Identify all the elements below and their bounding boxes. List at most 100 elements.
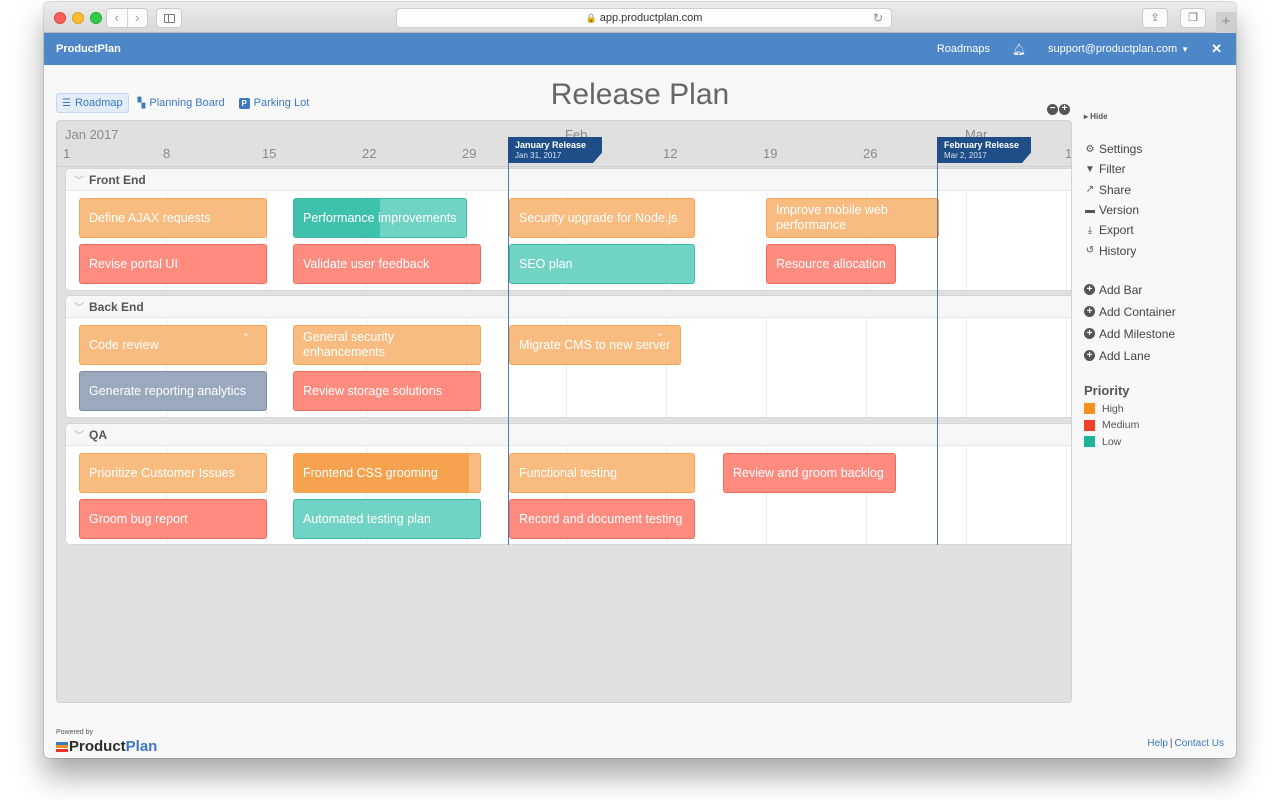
milestone-line: [508, 137, 509, 545]
lane-header[interactable]: ﹀ Back End: [66, 296, 1071, 318]
action-label: Add Bar: [1099, 282, 1143, 297]
share-page-button[interactable]: ⇪: [1142, 8, 1168, 28]
bar-label: Frontend CSS grooming: [303, 465, 438, 480]
notifications-bell-icon[interactable]: 🔔︎: [1012, 43, 1026, 56]
user-email: support@productplan.com: [1047, 43, 1178, 55]
roadmap-bar[interactable]: Generate reporting analytics: [79, 371, 267, 411]
milestone-date: Mar 2, 2017: [944, 151, 987, 160]
week-gridline: [1066, 191, 1067, 290]
roadmap-bar[interactable]: ≡ Migrate CMS to new server: [509, 325, 681, 365]
action-label: Add Lane: [1099, 348, 1151, 363]
lane-header[interactable]: ﹀ QA: [66, 424, 1071, 446]
action-label: Version: [1099, 203, 1140, 218]
roadmap-bar[interactable]: Revise portal UI: [79, 244, 267, 284]
bar-label: Performance improvements: [303, 210, 457, 225]
roadmap-bar[interactable]: Review and groom backlog: [723, 453, 896, 493]
milestone-february-release[interactable]: February Release Mar 2, 2017: [937, 137, 1031, 163]
help-link[interactable]: Help: [1147, 738, 1168, 749]
roadmap-bar[interactable]: Groom bug report: [79, 499, 267, 539]
roadmap-bar[interactable]: Resource allocation: [766, 244, 896, 284]
fullscreen-icon[interactable]: ✕: [1211, 41, 1222, 57]
chevron-down-icon[interactable]: ﹀: [74, 176, 84, 187]
new-tab-button[interactable]: +: [1216, 12, 1236, 33]
milestone-name: January Release: [515, 140, 587, 150]
add-container-button[interactable]: + Add Container: [1084, 301, 1234, 323]
roadmap-bar[interactable]: Automated testing plan: [293, 499, 481, 539]
back-button[interactable]: ‹: [107, 9, 128, 27]
roadmap-bar[interactable]: Review storage solutions: [293, 371, 481, 411]
address-bar[interactable]: 🔒 app.productplan.com ↻: [396, 8, 892, 28]
add-lane-button[interactable]: + Add Lane: [1084, 345, 1234, 367]
export-action[interactable]: ⤓ Export: [1084, 220, 1234, 240]
roadmap-bar[interactable]: Security upgrade for Node.js: [509, 198, 695, 238]
hide-panel-toggle[interactable]: ▸ Hide: [1084, 112, 1234, 121]
milestone-january-release[interactable]: January Release Jan 31, 2017: [508, 137, 602, 163]
bar-label: Resource allocation: [776, 256, 886, 271]
legend-item-medium: Medium: [1084, 417, 1234, 433]
add-bar-button[interactable]: + Add Bar: [1084, 279, 1234, 301]
zoom-out-icon[interactable]: −: [1047, 104, 1058, 115]
right-panel: ▸ Hide ⚙ Settings ▼ Filter ↗ Share ▬ Version…: [1084, 102, 1234, 450]
action-label: Filter: [1099, 162, 1126, 177]
add-milestone-button[interactable]: + Add Milestone: [1084, 323, 1234, 345]
bar-label: Improve mobile web performance: [776, 203, 888, 232]
roadmap-bar[interactable]: General security enhancements: [293, 325, 481, 365]
history-action[interactable]: ↺ History: [1084, 240, 1234, 260]
day-tick: 1: [63, 146, 71, 161]
forward-button[interactable]: ›: [128, 9, 148, 27]
bar-label: Security upgrade for Node.js: [519, 210, 678, 225]
app-navbar: ProductPlan Roadmaps 🔔︎ support@productp…: [44, 33, 1236, 65]
action-label: History: [1099, 243, 1137, 258]
caret-down-icon: ▼: [1181, 45, 1190, 54]
week-gridline: [1066, 318, 1067, 417]
chevron-down-icon[interactable]: ﹀: [74, 303, 84, 314]
roadmaps-link[interactable]: Roadmaps: [937, 43, 990, 55]
chevron-down-icon[interactable]: ﹀: [74, 431, 84, 442]
close-window-button[interactable]: [54, 12, 66, 24]
plus-circle-icon: +: [1084, 306, 1095, 318]
lane-title: Front End: [89, 173, 146, 187]
lane-back-end: ﹀ Back End ≡ Code review General security …: [65, 295, 1071, 418]
milestone-date: Jan 31, 2017: [515, 151, 562, 160]
reload-icon[interactable]: ↻: [873, 9, 883, 27]
contact-us-link[interactable]: Contact Us: [1175, 738, 1224, 749]
lane-title: QA: [89, 428, 107, 442]
minimize-window-button[interactable]: [72, 12, 84, 24]
roadmap-bar[interactable]: Record and document testing: [509, 499, 695, 539]
bar-label: Functional testing: [519, 465, 617, 480]
legend-swatch: [1084, 403, 1095, 415]
roadmap-bar[interactable]: Prioritize Customer Issues: [79, 453, 267, 493]
archive-icon: ▬: [1085, 204, 1095, 216]
brand-logo[interactable]: ProductPlan: [56, 33, 121, 65]
drag-handle-icon[interactable]: ≡: [244, 328, 248, 343]
roadmap-bar[interactable]: Validate user feedback: [293, 244, 481, 284]
roadmap-bar[interactable]: Functional testing: [509, 453, 695, 493]
plus-circle-icon: +: [1084, 350, 1095, 362]
roadmap-bar[interactable]: SEO plan: [509, 244, 695, 284]
productplan-logo[interactable]: Product Plan: [56, 738, 157, 755]
week-gridline: [866, 318, 867, 417]
filter-action[interactable]: ▼ Filter: [1084, 159, 1234, 179]
roadmap-bar[interactable]: Performance improvements: [293, 198, 467, 238]
footer-links: Help | Contact Us: [1147, 738, 1224, 749]
browser-window: ‹ › 🔒 app.productplan.com ↻ ⇪ ❐ + Product…: [44, 2, 1236, 758]
roadmap-bar[interactable]: Improve mobile web performance: [766, 198, 939, 238]
bar-label: Code review: [89, 337, 159, 352]
sidebar-toggle-button[interactable]: [156, 8, 182, 28]
zoom-in-icon[interactable]: +: [1059, 104, 1070, 115]
day-tick: 12: [663, 146, 678, 161]
version-action[interactable]: ▬ Version: [1084, 200, 1234, 220]
maximize-window-button[interactable]: [90, 12, 102, 24]
share-action[interactable]: ↗ Share: [1084, 180, 1234, 200]
settings-action[interactable]: ⚙ Settings: [1084, 139, 1234, 159]
roadmap-bar[interactable]: ≡ Code review: [79, 325, 267, 365]
zoom-controls: − +: [1047, 104, 1071, 115]
user-menu[interactable]: support@productplan.com ▼: [1048, 43, 1189, 55]
legend-title: Priority: [1084, 382, 1130, 398]
roadmap-bar[interactable]: Frontend CSS grooming: [293, 453, 481, 493]
logo-text: Product: [69, 738, 126, 755]
roadmap-bar[interactable]: Define AJAX requests: [79, 198, 267, 238]
show-tabs-button[interactable]: ❐: [1180, 8, 1206, 28]
week-gridline: [966, 446, 967, 544]
lane-header[interactable]: ﹀ Front End: [66, 169, 1071, 191]
